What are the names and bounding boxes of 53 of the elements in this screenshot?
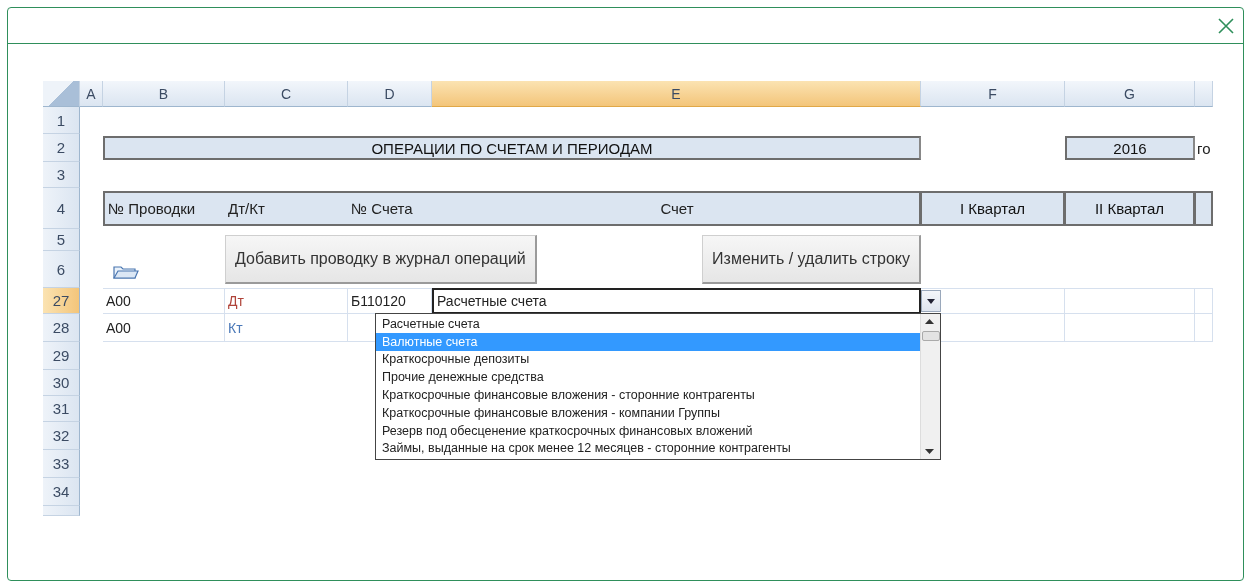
add-entry-button[interactable]: Добавить проводку в журнал операций xyxy=(225,235,537,284)
report-title: ОПЕРАЦИИ ПО СЧЕТАМ И ПЕРИОДАМ xyxy=(103,136,921,160)
dropdown-option[interactable]: Краткосрочные финансовые вложения - сторонние контрагенты xyxy=(376,386,920,404)
row-header[interactable]: 31 xyxy=(43,396,80,422)
scroll-thumb[interactable] xyxy=(922,331,940,341)
column-header[interactable]: G xyxy=(1065,81,1195,107)
row-header[interactable]: 32 xyxy=(43,422,80,450)
table-cell xyxy=(1195,288,1213,314)
column-header[interactable]: E xyxy=(432,81,921,107)
row-header[interactable]: 3 xyxy=(43,162,80,188)
dropdown-option[interactable]: Краткосрочные депозиты xyxy=(376,350,920,369)
column-heading: II Квартал xyxy=(1065,191,1195,226)
row-header[interactable]: 2 xyxy=(43,134,80,162)
row-header[interactable]: 5 xyxy=(43,229,80,251)
column-heading: Дт/Кт xyxy=(227,200,266,217)
year-suffix: го xyxy=(1196,139,1212,157)
dropdown-option[interactable]: Займы, выданные на срок менее 12 месяцев - сторонние контрагенты xyxy=(376,439,920,458)
table-cell: Кт xyxy=(225,314,348,342)
dropdown-option[interactable]: Краткосрочные финансовые вложения - компании Группы xyxy=(376,404,920,422)
table-cell xyxy=(1195,314,1213,342)
row-header[interactable]: 34 xyxy=(43,478,80,506)
caret-icon xyxy=(927,298,935,304)
column-heading: № Проводки xyxy=(107,200,197,217)
dropdown-button[interactable] xyxy=(921,290,941,312)
column-header[interactable]: D xyxy=(348,81,432,107)
column-heading: Счет xyxy=(659,200,695,217)
table-cell: А00 xyxy=(103,288,225,314)
table-cell: Дт xyxy=(225,288,348,314)
scroll-up-icon[interactable] xyxy=(925,319,934,324)
dropdown-option[interactable]: Прочие денежные средства xyxy=(376,368,920,387)
scrollbar[interactable] xyxy=(920,314,940,459)
column-header[interactable]: F xyxy=(921,81,1065,107)
row-header[interactable]: 33 xyxy=(43,450,80,478)
dropdown-option[interactable]: Расчетные счета xyxy=(376,315,920,333)
column-header[interactable]: C xyxy=(225,81,348,107)
dropdown-option[interactable]: Резерв под обесценение краткосрочных финансовых вложений xyxy=(376,421,920,440)
column-heading: I Квартал xyxy=(921,191,1065,226)
row-header[interactable]: 1 xyxy=(43,107,80,134)
row-header[interactable]: 27 xyxy=(43,288,80,314)
year-cell: 2016 xyxy=(1065,136,1195,160)
row-header[interactable]: 4 xyxy=(43,188,80,229)
row-header[interactable]: 6 xyxy=(43,251,80,288)
row-header[interactable]: 29 xyxy=(43,342,80,370)
row-header[interactable]: 30 xyxy=(43,370,80,396)
edit-delete-row-button[interactable]: Изменить / удалить строку xyxy=(702,235,921,284)
row-header[interactable]: 28 xyxy=(43,314,80,342)
table-cell: А00 xyxy=(103,314,225,342)
column-heading: № Счета xyxy=(350,200,414,217)
column-header[interactable]: A xyxy=(80,81,103,107)
folder-icon[interactable] xyxy=(113,264,139,280)
scroll-down-icon[interactable] xyxy=(925,449,934,454)
column-header[interactable]: B xyxy=(103,81,225,107)
column-heading-box xyxy=(1195,191,1213,226)
